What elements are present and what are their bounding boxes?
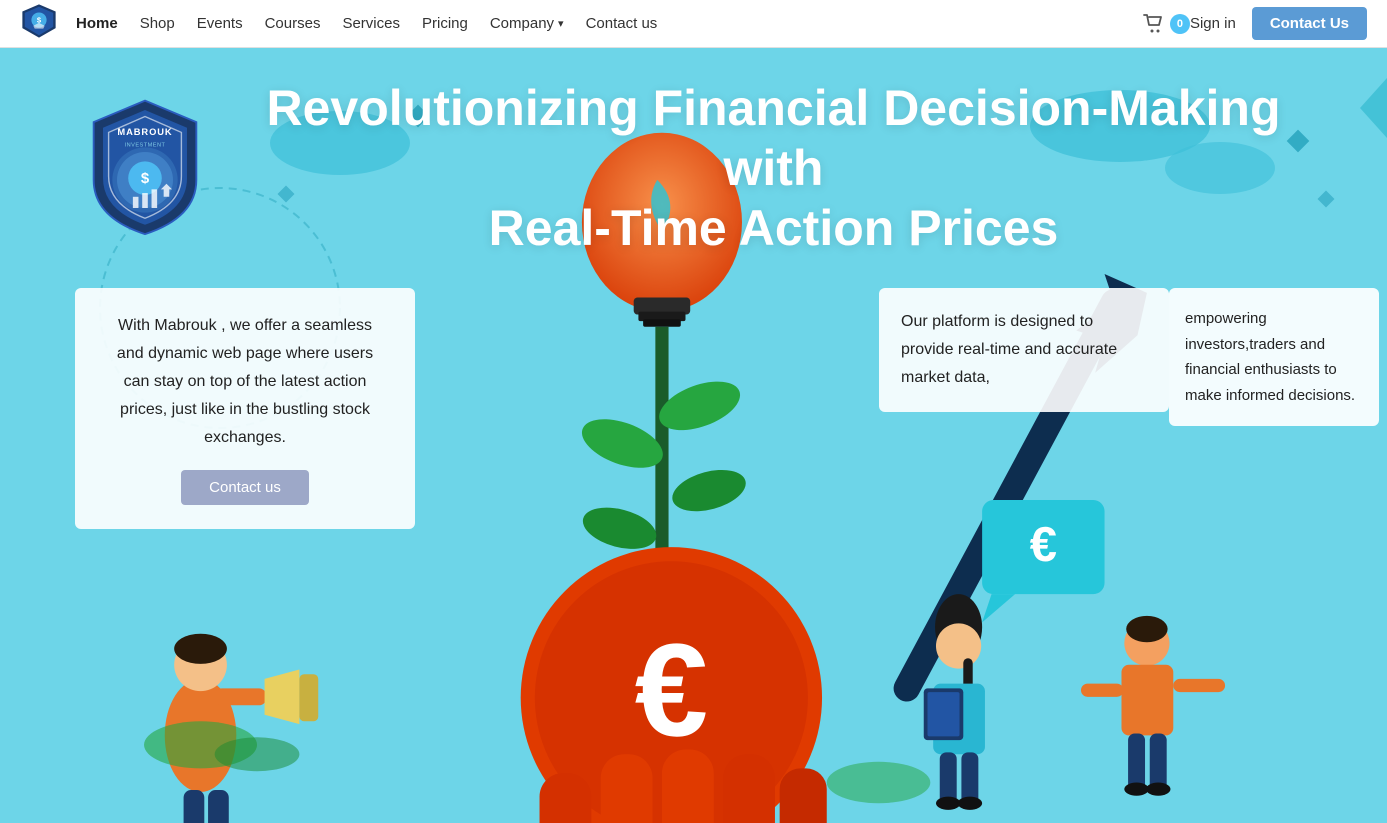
hero-headline: Revolutionizing Financial Decision-Makin… — [240, 78, 1307, 258]
hero-columns: With Mabrouk , we offer a seamless and d… — [0, 268, 1387, 608]
cart-badge: 0 — [1170, 14, 1190, 34]
navbar: $ Home Shop Events Courses Services Pric… — [0, 0, 1387, 48]
logo[interactable]: $ — [20, 2, 76, 45]
nav-shop[interactable]: Shop — [140, 15, 175, 32]
nav-company-dropdown[interactable]: Company ▾ — [490, 15, 564, 32]
nav-right: Sign in Contact Us — [1190, 7, 1367, 40]
nav-home[interactable]: Home — [76, 15, 118, 32]
hero-section: MABROUK INVESTMENT $ Revolutionizing Fin… — [0, 48, 1387, 823]
cart-icon — [1143, 14, 1165, 34]
nav-company-label: Company — [490, 15, 554, 32]
nav-contact[interactable]: Contact us — [586, 15, 658, 32]
hero-left-text: With Mabrouk , we offer a seamless and d… — [103, 312, 387, 452]
svg-text:MABROUK: MABROUK — [117, 127, 172, 137]
hero-right-block1: Our platform is designed to provide real… — [879, 288, 1169, 412]
nav-links: Home Shop Events Courses Services Pricin… — [76, 15, 1133, 32]
nav-events[interactable]: Events — [197, 15, 243, 32]
sign-in-link[interactable]: Sign in — [1190, 15, 1236, 32]
hero-mid-space — [415, 278, 879, 598]
chevron-down-icon: ▾ — [558, 17, 564, 30]
headline-line1: Revolutionizing Financial Decision-Makin… — [267, 80, 1281, 196]
headline-line2: Real-Time Action Prices — [489, 200, 1059, 256]
hero-right-block2: empowering investors,traders and financi… — [1169, 288, 1379, 426]
hero-top-row: MABROUK INVESTMENT $ Revolutionizing Fin… — [0, 48, 1387, 268]
svg-text:€: € — [635, 616, 708, 763]
nav-pricing[interactable]: Pricing — [422, 15, 468, 32]
cart-button[interactable]: 0 — [1143, 14, 1190, 34]
hero-right-text: empowering investors,traders and financi… — [1185, 306, 1363, 408]
hero-left-block: With Mabrouk , we offer a seamless and d… — [75, 288, 415, 529]
hero-mid-text: Our platform is designed to provide real… — [901, 308, 1147, 392]
nav-courses[interactable]: Courses — [265, 15, 321, 32]
nav-services[interactable]: Services — [342, 15, 400, 32]
hero-logo-badge: MABROUK INVESTMENT $ — [80, 96, 210, 241]
svg-text:$: $ — [141, 169, 150, 186]
hero-contact-button[interactable]: Contact us — [181, 470, 309, 505]
contact-us-nav-button[interactable]: Contact Us — [1252, 7, 1367, 40]
